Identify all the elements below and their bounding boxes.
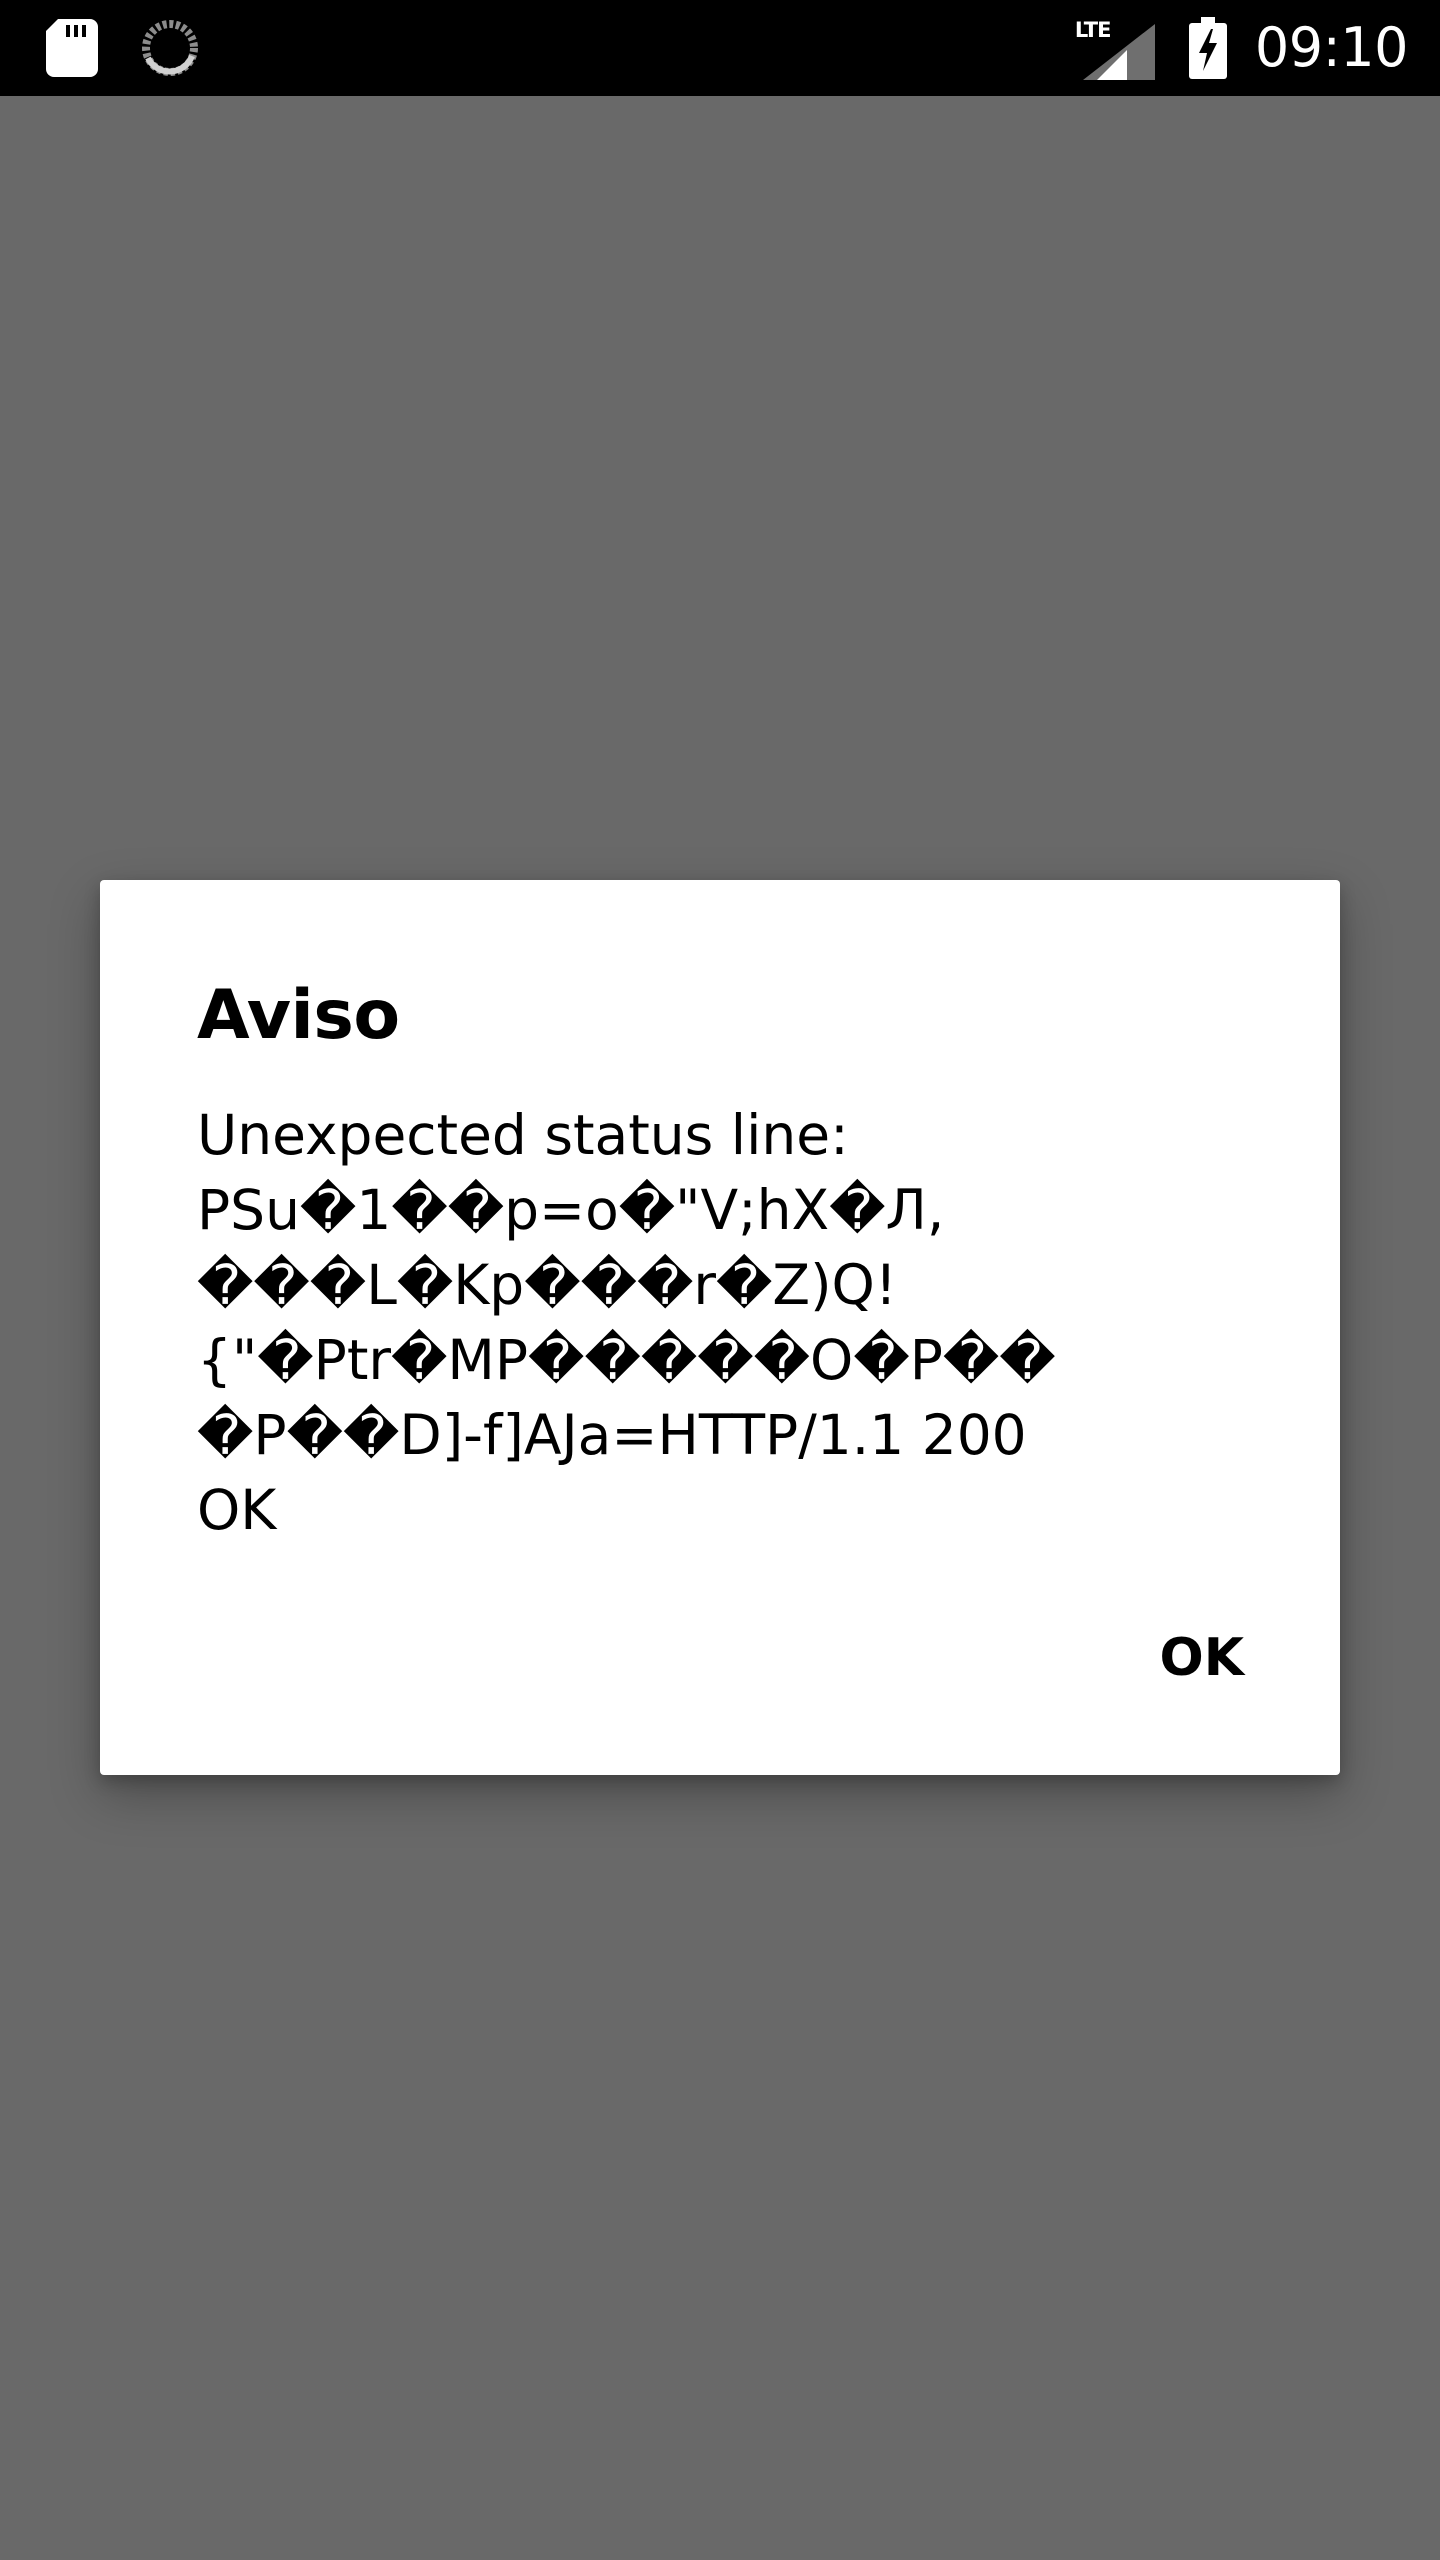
ok-button[interactable]: OK (1124, 1620, 1245, 1696)
system-icons: LTE 09:10 (1075, 0, 1409, 96)
lte-signal-icon: LTE (1075, 16, 1155, 80)
alert-dialog: Aviso Unexpected status line: PSu�1��p=o… (100, 880, 1340, 1775)
sd-card-icon (46, 19, 98, 77)
sync-icon (142, 20, 198, 76)
dialog-message: Unexpected status line: PSu�1��p=o�"V;hX… (197, 1103, 1056, 1542)
signal-strength-icon (1082, 24, 1155, 80)
clock: 09:10 (1254, 16, 1409, 79)
battery-charging-icon (1188, 17, 1227, 79)
notification-icons (46, 18, 200, 78)
status-bar: LTE 09:10 (0, 0, 1440, 96)
dialog-title: Aviso (197, 976, 400, 1055)
